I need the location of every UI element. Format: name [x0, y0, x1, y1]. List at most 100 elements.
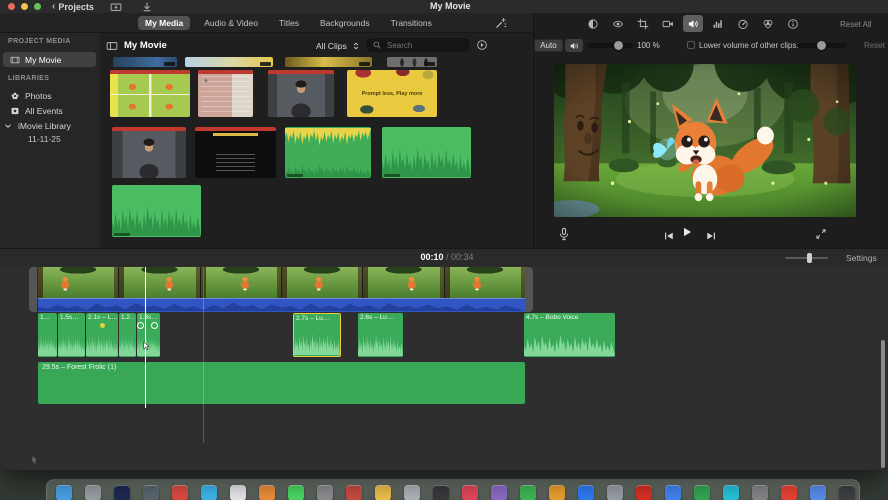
- reset-button[interactable]: Reset: [864, 41, 885, 50]
- timeline-scrollbar[interactable]: [881, 340, 885, 468]
- download-icon[interactable]: [141, 1, 153, 13]
- fullscreen-icon[interactable]: [815, 228, 827, 240]
- timeline-zoom-slider[interactable]: [785, 253, 828, 263]
- sidebar-item-event-11-11-25[interactable]: 11-11-25: [0, 132, 99, 146]
- back-to-projects-button[interactable]: ‹ Projects: [52, 1, 94, 12]
- search-box[interactable]: [366, 38, 470, 52]
- color-balance-icon[interactable]: [583, 15, 603, 32]
- dock-app-icon[interactable]: [752, 485, 768, 500]
- dock-app-icon[interactable]: [114, 485, 130, 500]
- timeline-audio-clip[interactable]: 4.7s – Bobo Voice: [524, 313, 615, 357]
- dock-app-icon[interactable]: [607, 485, 623, 500]
- dock-app-icon[interactable]: [201, 485, 217, 500]
- timeline-video-thumbnail[interactable]: [38, 267, 119, 298]
- dock-app-icon[interactable]: [230, 485, 246, 500]
- dock-app-icon[interactable]: [56, 485, 72, 500]
- dock-app-icon[interactable]: [578, 485, 594, 500]
- preview-video-frame[interactable]: [554, 64, 856, 217]
- timeline-audio-clip[interactable]: 1.5s…: [58, 313, 85, 357]
- dock-app-icon[interactable]: [636, 485, 652, 500]
- volume-slider[interactable]: [587, 40, 633, 50]
- dock-app-icon[interactable]: [462, 485, 478, 500]
- auto-volume-button[interactable]: Auto: [534, 39, 563, 52]
- dock-app-icon[interactable]: [549, 485, 565, 500]
- timeline-video-thumbnail[interactable]: [444, 267, 525, 298]
- media-thumbnail-audio[interactable]: [382, 127, 471, 178]
- volume-icon[interactable]: [683, 15, 703, 32]
- color-correction-icon[interactable]: [608, 15, 628, 32]
- tab-titles[interactable]: Titles: [272, 16, 306, 30]
- stabilization-icon[interactable]: [658, 15, 678, 32]
- media-thumbnail-strip-grey[interactable]: [387, 57, 437, 67]
- close-button[interactable]: [8, 3, 15, 10]
- sidebar-item-photos[interactable]: Photos: [0, 89, 99, 103]
- playhead[interactable]: [145, 267, 146, 408]
- media-thumbnail-screenshot[interactable]: [195, 127, 276, 178]
- dock-app-icon[interactable]: [85, 485, 101, 500]
- dock-app-icon[interactable]: [288, 485, 304, 500]
- sidebar-toggle-icon[interactable]: [106, 40, 118, 52]
- media-thumbnail-promo[interactable]: Prompt less, Play more: [347, 70, 437, 117]
- mute-button[interactable]: [565, 39, 583, 52]
- clip-filter-dropdown[interactable]: All Clips: [316, 41, 361, 51]
- sidebar-item-my-movie[interactable]: My Movie: [3, 52, 96, 67]
- minimize-button[interactable]: [21, 3, 28, 10]
- browser-play-icon[interactable]: [476, 39, 488, 51]
- clip-trim-handle-right[interactable]: [525, 267, 533, 312]
- dock-app-icon[interactable]: [172, 485, 188, 500]
- search-input[interactable]: [385, 39, 464, 51]
- media-thumbnail-strip-sky[interactable]: [185, 57, 273, 67]
- speed-icon[interactable]: [733, 15, 753, 32]
- timeline-music-clip[interactable]: 29.5s – Forest Frolic (1): [38, 362, 525, 404]
- dock-app-icon[interactable]: [665, 485, 681, 500]
- media-thumbnail-audio-hot[interactable]: [285, 127, 371, 178]
- dock-app-icon[interactable]: [346, 485, 362, 500]
- clip-filter-icon[interactable]: [758, 15, 778, 32]
- timeline-audio-clip[interactable]: 1…: [38, 313, 57, 357]
- noise-reduction-icon[interactable]: [708, 15, 728, 32]
- dock-app-icon[interactable]: [694, 485, 710, 500]
- dock-app-icon[interactable]: [433, 485, 449, 500]
- timeline-settings-button[interactable]: Settings: [846, 253, 877, 263]
- media-thumbnail-webcam[interactable]: [268, 70, 334, 117]
- timeline-attached-audio[interactable]: [38, 298, 525, 312]
- clip-trim-handle-left[interactable]: [29, 267, 37, 312]
- dock-app-icon[interactable]: [317, 485, 333, 500]
- clip-info-icon[interactable]: [783, 15, 803, 32]
- next-frame-button[interactable]: [705, 230, 717, 242]
- dock-app-icon[interactable]: [491, 485, 507, 500]
- timeline-video-thumbnail[interactable]: [119, 267, 200, 298]
- timeline-audio-clip[interactable]: 2.6s – Lu…: [358, 313, 403, 357]
- dock-app-icon[interactable]: [810, 485, 826, 500]
- dock-app-icon[interactable]: [839, 485, 855, 500]
- crop-icon[interactable]: [633, 15, 653, 32]
- media-thumbnail-webcam[interactable]: [112, 127, 186, 178]
- lower-volume-checkbox[interactable]: [687, 41, 695, 49]
- timeline-video-thumbnail[interactable]: [281, 267, 363, 298]
- media-thumbnail-audio[interactable]: [112, 185, 201, 237]
- previous-frame-button[interactable]: [663, 230, 675, 242]
- tab-transitions[interactable]: Transitions: [384, 16, 439, 30]
- tab-my-media[interactable]: My Media: [138, 16, 191, 30]
- reset-all-button[interactable]: Reset All: [840, 20, 872, 29]
- dock-app-icon[interactable]: [259, 485, 275, 500]
- timeline-audio-clip[interactable]: 2.7s – Lu…: [293, 313, 341, 357]
- dock-app-icon[interactable]: [520, 485, 536, 500]
- dock-app-icon[interactable]: [404, 485, 420, 500]
- zoom-button[interactable]: [34, 3, 41, 10]
- tab-backgrounds[interactable]: Backgrounds: [313, 16, 377, 30]
- timeline-video-clip[interactable]: [38, 267, 525, 298]
- dock-app-icon[interactable]: [375, 485, 391, 500]
- lower-volume-slider[interactable]: [797, 40, 847, 50]
- import-media-icon[interactable]: [110, 1, 122, 13]
- lower-volume-slider-knob[interactable]: [817, 40, 826, 50]
- timeline-video-thumbnail[interactable]: [363, 267, 444, 298]
- enhance-wand-icon[interactable]: [495, 17, 507, 29]
- timeline-video-thumbnail[interactable]: [200, 267, 281, 298]
- sidebar-item-all-events[interactable]: All Events: [0, 104, 99, 118]
- media-thumbnail-fox-collage[interactable]: [110, 70, 190, 117]
- voiceover-mic-icon[interactable]: [557, 227, 571, 241]
- dock-app-icon[interactable]: [723, 485, 739, 500]
- sidebar-item-imovie-library[interactable]: iMovie Library: [0, 119, 99, 133]
- media-thumbnail-document[interactable]: [198, 70, 253, 117]
